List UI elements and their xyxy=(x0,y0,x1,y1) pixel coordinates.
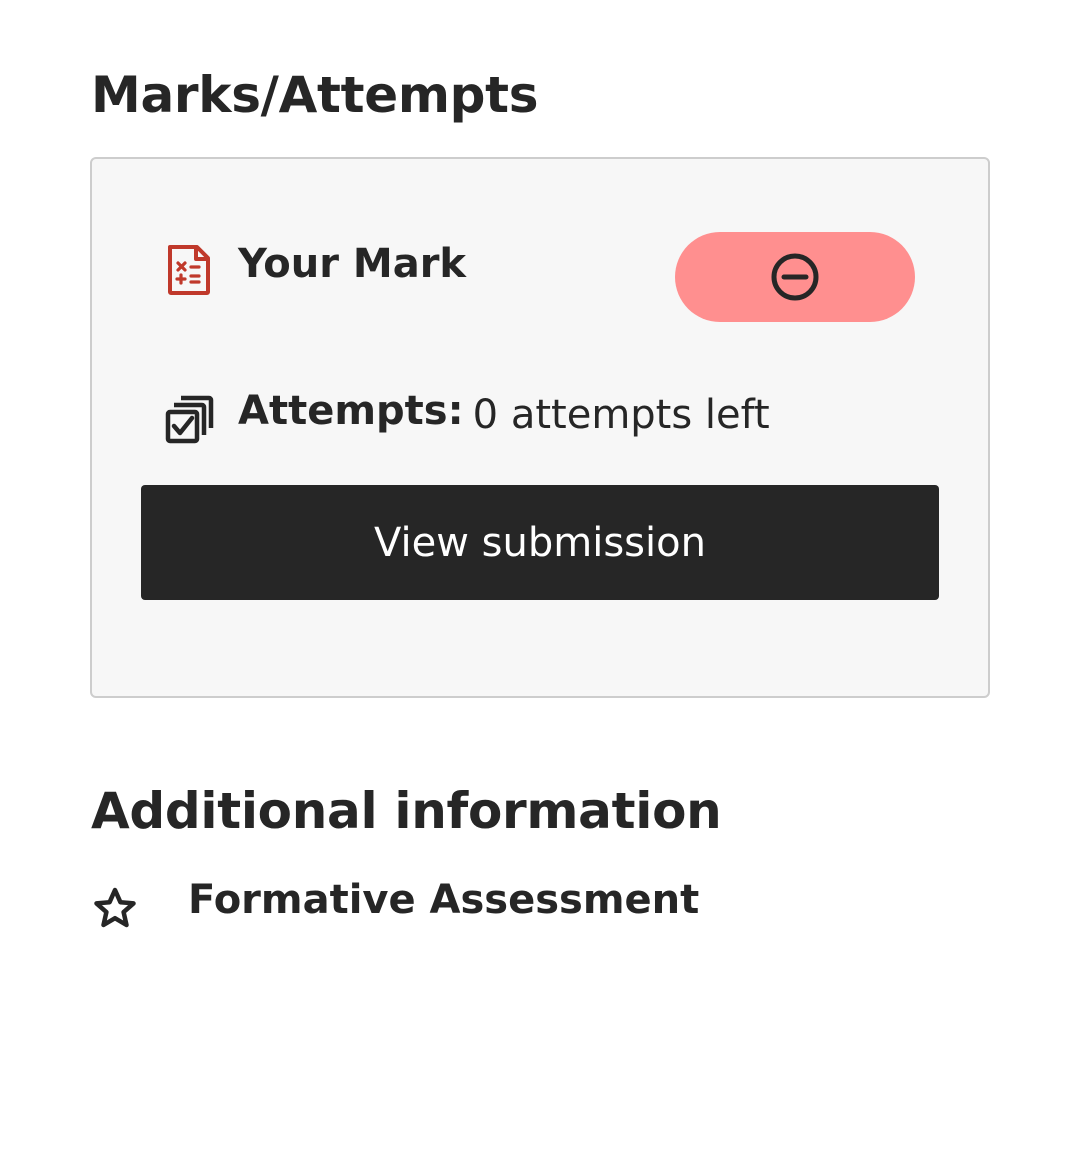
mark-status-pill xyxy=(675,232,915,322)
attempts-row: Attempts: 0 attempts left xyxy=(238,388,770,435)
your-mark-label: Your Mark xyxy=(238,241,467,287)
star-outline-icon xyxy=(94,887,136,928)
attempts-value: 0 attempts left xyxy=(472,392,770,438)
additional-information-title: Additional information xyxy=(91,782,722,840)
minus-circle-icon xyxy=(771,253,819,301)
marks-attempts-title: Marks/Attempts xyxy=(91,66,539,124)
mark-sheet-icon xyxy=(168,245,210,295)
attempts-label: Attempts: xyxy=(238,388,464,434)
marks-attempts-card: Your Mark Attempts: 0 attempts left View… xyxy=(90,157,990,698)
view-submission-button[interactable]: View submission xyxy=(141,485,939,600)
info-item-label: Formative Assessment xyxy=(188,877,700,923)
attempts-checkbox-icon xyxy=(165,395,214,444)
